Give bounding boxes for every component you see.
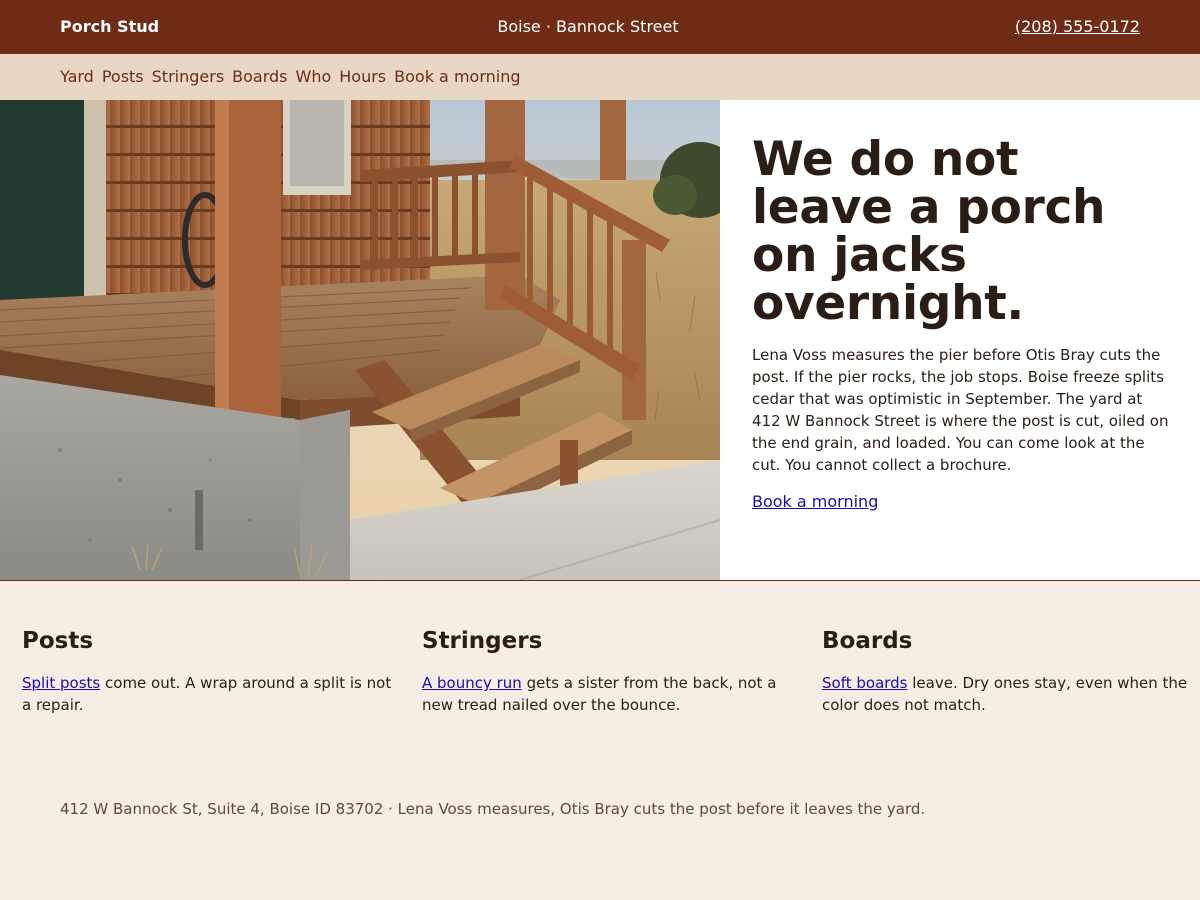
feature-posts: Posts Split posts come out. A wrap aroun… bbox=[22, 626, 392, 716]
feature-title: Boards bbox=[822, 628, 913, 654]
nav-item-yard[interactable]: Yard bbox=[60, 67, 94, 86]
nav-item-hours[interactable]: Hours bbox=[339, 67, 386, 86]
hero-title: We do not leave a porch on jacks overnig… bbox=[752, 132, 1106, 331]
nav-item-stringers[interactable]: Stringers bbox=[152, 67, 225, 86]
porch-stairs-photo bbox=[0, 100, 720, 580]
split-posts-link[interactable]: Split posts bbox=[22, 674, 100, 692]
feature-boards: Boards Soft boards leave. Dry ones stay,… bbox=[822, 626, 1192, 716]
phone-link[interactable]: (208) 555-0172 bbox=[1015, 0, 1140, 54]
soft-boards-link[interactable]: Soft boards bbox=[822, 674, 908, 692]
nav-item-posts[interactable]: Posts bbox=[102, 67, 144, 86]
nav-item-who[interactable]: Who bbox=[296, 67, 332, 86]
nav-item-boards[interactable]: Boards bbox=[232, 67, 287, 86]
feature-text: A bouncy run gets a sister from the back… bbox=[422, 672, 792, 716]
feature-text: Split posts come out. A wrap around a sp… bbox=[22, 672, 392, 716]
feature-stringers: Stringers A bouncy run gets a sister fro… bbox=[422, 626, 792, 716]
bouncy-run-link[interactable]: A bouncy run bbox=[422, 674, 522, 692]
main-nav: Yard Posts Stringers Boards Who Hours Bo… bbox=[0, 54, 1200, 100]
location-label: Boise · Bannock Street bbox=[497, 17, 679, 36]
footer-address: 412 W Bannock St, Suite 4, Boise ID 8370… bbox=[60, 800, 926, 818]
hero-section: We do not leave a porch on jacks overnig… bbox=[0, 100, 1200, 581]
nav-item-book[interactable]: Book a morning bbox=[394, 67, 520, 86]
feature-title: Stringers bbox=[422, 628, 543, 654]
hero-body: Lena Voss measures the pier before Otis … bbox=[752, 346, 1169, 474]
feature-text: Soft boards leave. Dry ones stay, even w… bbox=[822, 672, 1192, 716]
book-morning-link[interactable]: Book a morning bbox=[752, 492, 878, 511]
top-bar: Porch Stud Boise · Bannock Street (208) … bbox=[0, 0, 1200, 54]
hero-copy: We do not leave a porch on jacks overnig… bbox=[752, 132, 1172, 512]
feature-title: Posts bbox=[22, 628, 94, 654]
